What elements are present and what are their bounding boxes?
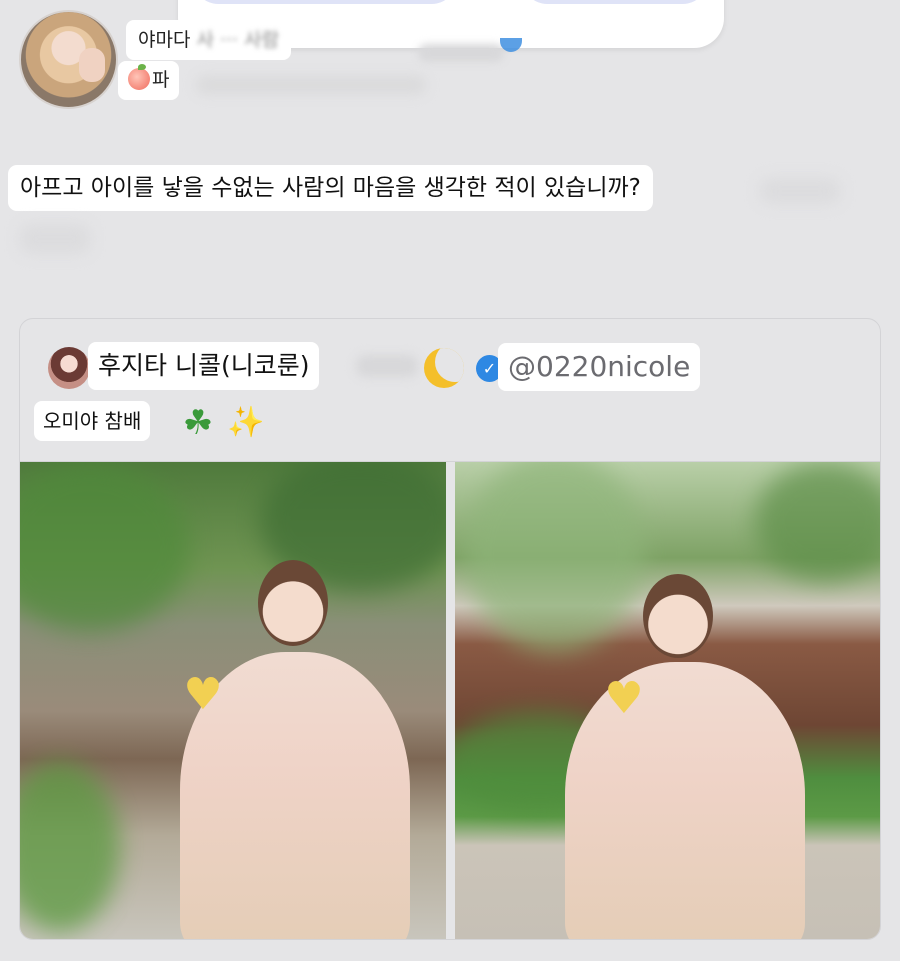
peach-icon — [128, 64, 150, 90]
redacted-text — [20, 224, 90, 254]
quoted-post-caption: 오미야 참배 — [34, 401, 151, 441]
quoted-post-card[interactable]: 후지타 니콜(니코룬) ✓ @0220nicole 오미야 참배 ☘ ✨ ♥ ♥ — [19, 318, 881, 940]
author-name[interactable]: 야마다 사 ··· 사람 — [126, 20, 292, 60]
yellow-heart-icon: ♥ — [604, 673, 644, 724]
redacted-text — [356, 355, 418, 377]
author-name-obscured: 사 ··· 사람 — [196, 29, 280, 51]
redacted-text — [760, 178, 840, 204]
clover-icon: ☘ — [182, 403, 214, 443]
photo-right[interactable]: ♥ — [455, 462, 880, 939]
photo-left[interactable]: ♥ — [20, 462, 446, 939]
person-head — [258, 560, 328, 646]
top-left-pill-button[interactable]: ↓ — [194, 0, 456, 4]
person-head — [643, 574, 713, 658]
moon-icon — [424, 348, 464, 388]
top-right-pill-button[interactable] — [523, 0, 707, 4]
quoted-author-name[interactable]: 후지타 니콜(니코룬) — [88, 342, 320, 390]
sparkles-icon: ✨ — [227, 405, 265, 440]
post-text: 아프고 아이를 낳을 수없는 사람의 마음을 생각한 적이 있습니까? — [8, 165, 653, 211]
quoted-author-handle[interactable]: @0220nicole — [498, 343, 701, 391]
redacted-text — [418, 44, 504, 62]
redacted-text — [196, 76, 426, 94]
author-subtitle: 파 — [118, 61, 180, 100]
quoted-author-avatar[interactable] — [48, 347, 90, 389]
yellow-heart-icon: ♥ — [183, 669, 223, 720]
author-avatar[interactable] — [19, 10, 118, 109]
